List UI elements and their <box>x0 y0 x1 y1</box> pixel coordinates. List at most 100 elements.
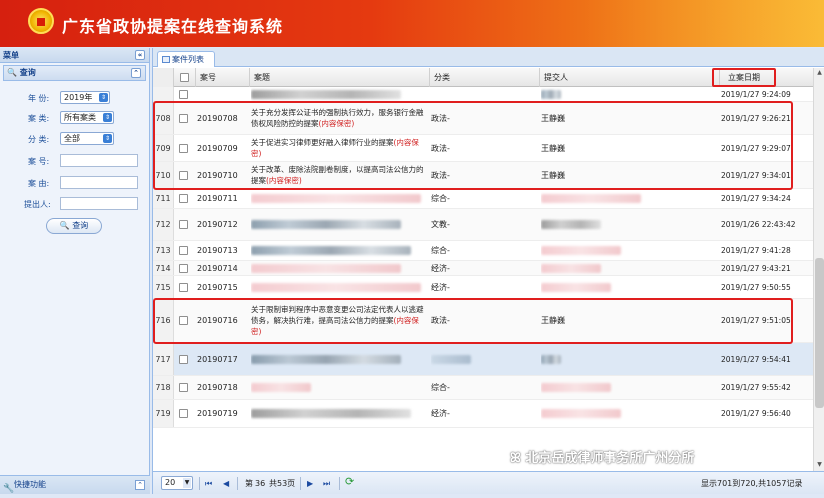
page-size-select[interactable]: 20 ▼ <box>161 476 193 490</box>
checkbox[interactable] <box>178 89 188 99</box>
table-row[interactable]: 711 20190711 综合- 2019/1/27 9:34:24 <box>153 189 813 209</box>
table-row[interactable]: 718 20190718 综合- 2019/1/27 9:55:42 <box>153 376 813 400</box>
row-index: 711 <box>153 189 174 208</box>
checkbox[interactable] <box>178 246 188 255</box>
case-title-cell[interactable] <box>251 276 427 298</box>
row-checkbox[interactable] <box>175 87 191 101</box>
submitter-cell: 王静巍 <box>541 162 661 188</box>
query-button[interactable]: 🔍 查询 <box>46 218 102 234</box>
case-title-cell[interactable]: 关于改革、废除法院副卷制度，以提高司法公信力的提案(内容保密) <box>251 162 427 188</box>
header-category[interactable]: 分类 <box>430 68 540 87</box>
collapse-sidebar-icon[interactable]: « <box>135 50 145 60</box>
grid-scrollbar[interactable]: ▲ ▼ <box>813 68 824 471</box>
table-row[interactable]: 719 20190719 经济- 2019/1/27 9:56:40 <box>153 400 813 428</box>
filing-date: 2019/1/27 9:34:01 <box>721 170 791 180</box>
category-select[interactable]: 全部 ⇕ <box>60 132 114 145</box>
quick-functions-bar[interactable]: 🔧 快捷功能 ⌃ <box>0 475 150 494</box>
case-title-cell[interactable] <box>251 343 427 375</box>
scroll-up-icon[interactable]: ▲ <box>815 69 824 78</box>
redacted-submitter <box>541 383 611 392</box>
scroll-thumb[interactable] <box>815 258 824 408</box>
table-row[interactable]: 710 20190710 关于改革、废除法院副卷制度，以提高司法公信力的提案(内容保… <box>153 162 813 189</box>
case-title-cell[interactable] <box>251 376 427 399</box>
case-title-cell[interactable] <box>251 87 427 101</box>
row-checkbox[interactable] <box>175 102 191 134</box>
submitter-cell <box>541 400 661 427</box>
row-checkbox[interactable] <box>175 276 191 298</box>
checkbox[interactable] <box>178 113 188 123</box>
case-title-cell[interactable] <box>251 189 427 208</box>
table-row[interactable]: 708 20190708 关于充分发挥公证书的强制执行效力，服务银行金融债权风险防控… <box>153 102 813 135</box>
row-checkbox[interactable] <box>175 400 191 427</box>
table-row[interactable]: 715 20190715 经济- 2019/1/27 9:50:55 <box>153 276 813 299</box>
row-checkbox[interactable] <box>175 376 191 399</box>
case-number-cell: 20190712 <box>197 209 249 240</box>
checkbox[interactable] <box>178 354 188 364</box>
query-section-header[interactable]: 🔍 查询 ⌃ <box>3 65 146 81</box>
table-row[interactable]: 712 20190712 文教- 2019/1/26 22:43:42 <box>153 209 813 241</box>
proposer-input[interactable] <box>60 197 138 210</box>
expand-icon[interactable]: ⌃ <box>135 480 145 490</box>
filing-date-cell: 2019/1/27 9:26:21 <box>721 102 811 134</box>
checkbox[interactable] <box>178 282 188 292</box>
case-title-cell[interactable] <box>251 209 427 240</box>
case-number-cell: 20190709 <box>197 135 249 161</box>
case-title-cell[interactable] <box>251 241 427 260</box>
filing-date: 2019/1/27 9:54:41 <box>721 354 791 364</box>
header-submitter[interactable]: 提交人 <box>540 68 720 87</box>
table-row[interactable]: 713 20190713 综合- 2019/1/27 9:41:28 <box>153 241 813 261</box>
select-all-checkbox[interactable] <box>174 68 196 87</box>
filing-date: 2019/1/27 9:43:21 <box>721 263 791 273</box>
watermark-text: 北京岳成律师事务所广州分所 <box>525 451 695 466</box>
first-page-icon[interactable]: ⏮ <box>205 477 212 490</box>
tab-case-list[interactable]: 案件列表 <box>157 51 215 67</box>
case-number-cell: 20190714 <box>197 261 249 275</box>
checkbox[interactable] <box>178 220 188 229</box>
refresh-icon[interactable]: ⟳ <box>345 475 354 488</box>
current-page-input[interactable]: 36 <box>255 477 265 490</box>
row-checkbox[interactable] <box>175 241 191 260</box>
case-title-cell[interactable]: 关于充分发挥公证书的强制执行效力，服务银行金融债权风险防控的提案(内容保密) <box>251 102 427 134</box>
last-page-icon[interactable]: ⏭ <box>323 477 330 490</box>
case-title-cell[interactable]: 关于限制审判程序中恶意变更公司法定代表人以逃避债务，解决执行难，提高司法公信力的… <box>251 299 427 342</box>
row-checkbox[interactable] <box>175 189 191 208</box>
checkbox[interactable] <box>178 143 188 153</box>
checkbox[interactable] <box>178 383 188 392</box>
checkbox[interactable] <box>178 409 188 418</box>
chevron-down-icon: ▼ <box>183 478 191 488</box>
collapse-section-icon[interactable]: ⌃ <box>131 68 141 78</box>
row-checkbox[interactable] <box>175 135 191 161</box>
checkbox[interactable] <box>178 170 188 180</box>
row-checkbox[interactable] <box>175 162 191 188</box>
row-index: 708 <box>153 102 174 134</box>
search-icon: 🔍 <box>59 221 70 230</box>
checkbox[interactable] <box>178 194 188 203</box>
header-case-title[interactable]: 案题 <box>250 68 430 87</box>
case-type-select[interactable]: 所有案类 ⇕ <box>60 111 114 124</box>
header-case-number[interactable]: 案号 <box>196 68 250 87</box>
checkbox[interactable] <box>178 316 188 325</box>
case-number-input[interactable] <box>60 154 138 167</box>
row-checkbox[interactable] <box>175 209 191 240</box>
row-checkbox[interactable] <box>175 299 191 342</box>
case-number: 20190714 <box>197 263 238 273</box>
case-title-cell[interactable] <box>251 261 427 275</box>
row-checkbox[interactable] <box>175 343 191 375</box>
table-row[interactable]: 716 20190716 关于限制审判程序中恶意变更公司法定代表人以逃避债务，解决执… <box>153 299 813 343</box>
filing-date-cell: 2019/1/27 9:51:05 <box>721 299 811 342</box>
table-row[interactable]: 2019/1/27 9:24:09 <box>153 87 813 102</box>
table-row[interactable]: 714 20190714 经济- 2019/1/27 9:43:21 <box>153 261 813 276</box>
case-title-cell[interactable] <box>251 400 427 427</box>
case-title[interactable]: 关于促进实习律师更好融入律师行业的提案 <box>251 138 394 147</box>
case-title-cell[interactable]: 关于促进实习律师更好融入律师行业的提案(内容保密) <box>251 135 427 161</box>
table-row[interactable]: 709 20190709 关于促进实习律师更好融入律师行业的提案(内容保密) 政法- 王… <box>153 135 813 162</box>
row-index-value: 717 <box>155 354 171 364</box>
table-row[interactable]: 717 20190717 2019/1/27 9:54:41 <box>153 343 813 376</box>
year-select[interactable]: 2019年 ⇕ <box>60 91 110 104</box>
checkbox[interactable] <box>178 263 188 273</box>
row-checkbox[interactable] <box>175 261 191 275</box>
prev-page-icon[interactable]: ◀ <box>223 477 229 490</box>
case-subject-input[interactable] <box>60 176 138 189</box>
scroll-down-icon[interactable]: ▼ <box>815 461 824 470</box>
next-page-icon[interactable]: ▶ <box>307 477 313 490</box>
